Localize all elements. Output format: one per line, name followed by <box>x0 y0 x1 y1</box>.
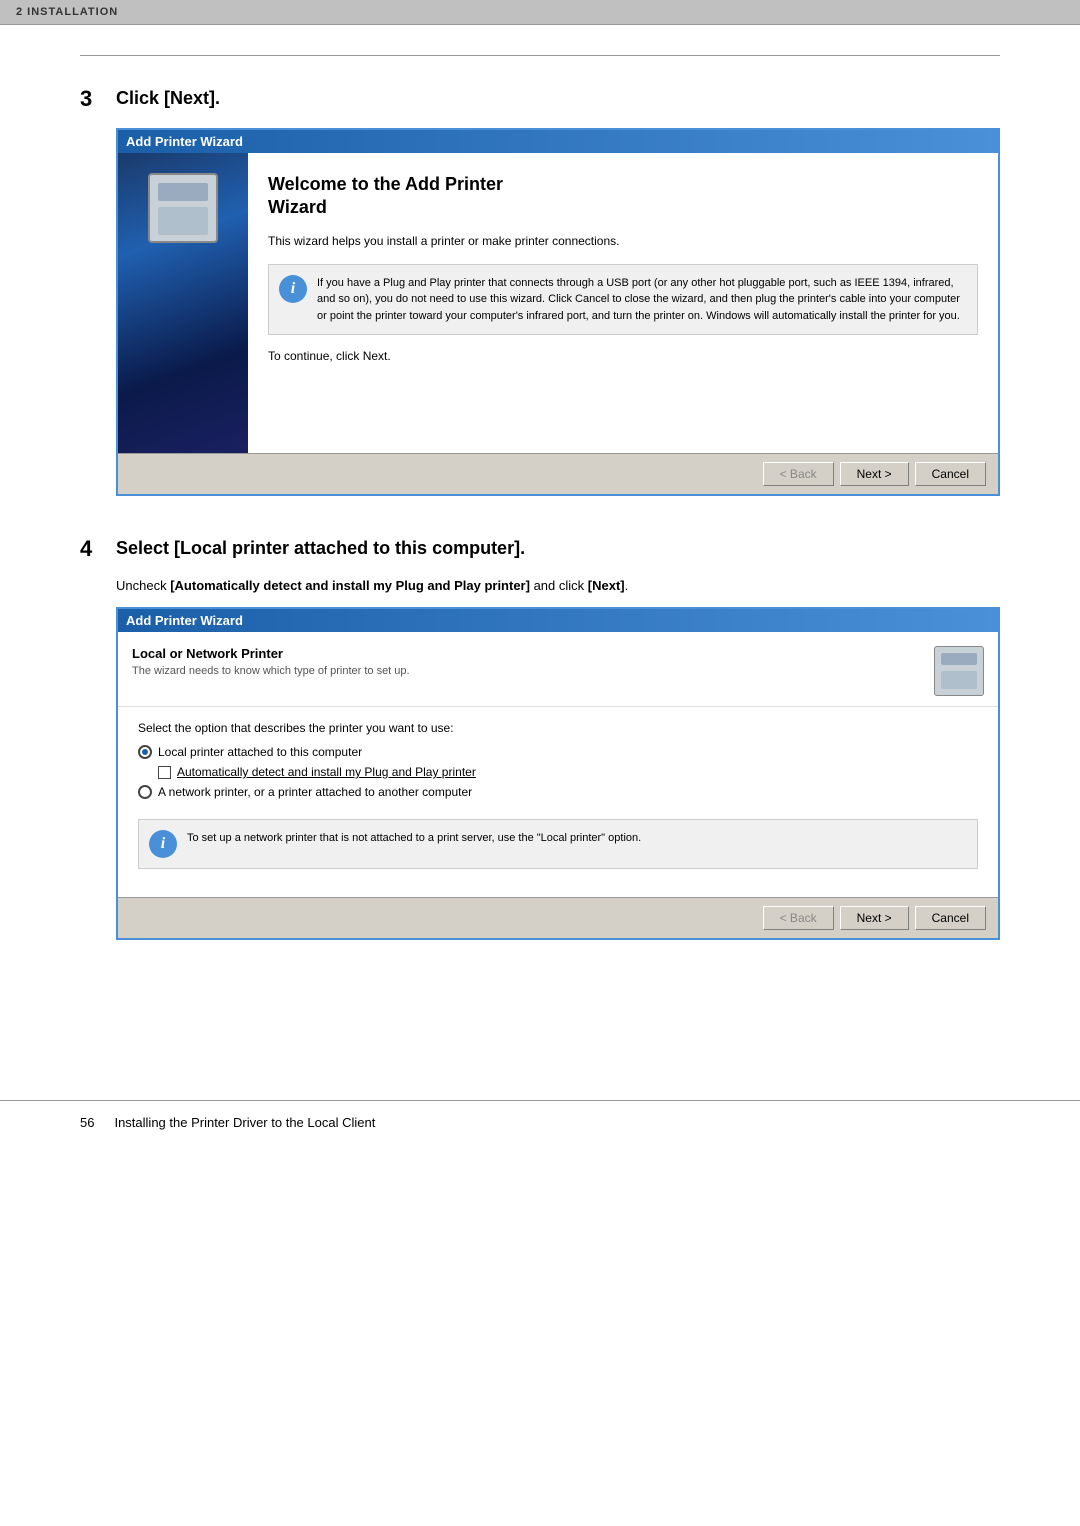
step3-left-panel <box>118 153 248 453</box>
step4-subtitle-bold: [Automatically detect and install my Plu… <box>170 578 530 593</box>
top-divider <box>80 55 1000 56</box>
step4-info-text: To set up a network printer that is not … <box>187 830 641 847</box>
step4-wizard-dialog: Add Printer Wizard Local or Network Prin… <box>116 607 1000 940</box>
step4-wizard-header-title: Local or Network Printer <box>132 646 934 661</box>
step4-title: Select [Local printer attached to this c… <box>116 536 525 559</box>
step4-info-icon: i <box>149 830 177 858</box>
step3-info-icon: i <box>279 275 307 303</box>
step4-section: 4 Select [Local printer attached to this… <box>80 536 1000 940</box>
step4-wizard-header-row: Local or Network Printer The wizard need… <box>118 632 998 707</box>
step3-wizard-body: Welcome to the Add PrinterWizard This wi… <box>118 153 998 453</box>
footer-text: Installing the Printer Driver to the Loc… <box>114 1115 375 1130</box>
step3-button-bar: < Back Next > Cancel <box>118 453 998 494</box>
step3-section: 3 Click [Next]. Add Printer Wizard Welco… <box>80 86 1000 496</box>
step3-number: 3 <box>80 86 116 112</box>
step3-right-panel: Welcome to the Add PrinterWizard This wi… <box>248 153 998 453</box>
step4-subtitle-pre: Uncheck <box>116 578 170 593</box>
step4-checkbox-autodetect-btn[interactable] <box>158 766 171 779</box>
step3-next-button[interactable]: Next > <box>840 462 909 486</box>
step4-subtitle-end: . <box>625 578 629 593</box>
step4-header: 4 Select [Local printer attached to this… <box>80 536 1000 562</box>
step4-radio-network-label: A network printer, or a printer attached… <box>158 785 472 799</box>
step3-title: Click [Next]. <box>116 86 220 109</box>
step3-continue-text: To continue, click Next. <box>268 349 978 363</box>
step4-radio-network: A network printer, or a printer attached… <box>138 785 978 799</box>
step3-wizard-dialog: Add Printer Wizard Welcome to the Add Pr… <box>116 128 1000 496</box>
step3-printer-icon <box>148 173 218 243</box>
step3-welcome-title: Welcome to the Add PrinterWizard <box>268 173 978 220</box>
step3-description: This wizard helps you install a printer … <box>268 232 978 250</box>
step4-button-bar: < Back Next > Cancel <box>118 897 998 938</box>
step3-info-text: If you have a Plug and Play printer that… <box>317 275 967 325</box>
step4-radio-network-btn[interactable] <box>138 785 152 799</box>
step4-next-button[interactable]: Next > <box>840 906 909 930</box>
step4-wizard-header-text: Local or Network Printer The wizard need… <box>132 646 934 677</box>
step4-subtitle: Uncheck [Automatically detect and instal… <box>116 578 1000 593</box>
step3-header: 3 Click [Next]. <box>80 86 1000 112</box>
step4-cancel-button[interactable]: Cancel <box>915 906 986 930</box>
footer-page-number: 56 <box>80 1115 94 1130</box>
step4-radio-local-label: Local printer attached to this computer <box>158 745 362 759</box>
step4-printer-icon <box>934 646 984 696</box>
step4-content-area: Select the option that describes the pri… <box>118 707 998 897</box>
step4-wizard-header-subtitle: The wizard needs to know which type of p… <box>132 665 934 677</box>
step4-subtitle-post: and click <box>530 578 588 593</box>
page-footer: 56 Installing the Printer Driver to the … <box>0 1100 1080 1144</box>
step4-back-button[interactable]: < Back <box>763 906 834 930</box>
step3-back-button[interactable]: < Back <box>763 462 834 486</box>
step4-radio-local-btn[interactable] <box>138 745 152 759</box>
step4-number: 4 <box>80 536 116 562</box>
step3-wizard-titlebar: Add Printer Wizard <box>118 130 998 153</box>
step4-subtitle-bold2: [Next] <box>588 578 625 593</box>
step4-info-box: i To set up a network printer that is no… <box>138 819 978 869</box>
step4-wizard-titlebar: Add Printer Wizard <box>118 609 998 632</box>
main-content: 3 Click [Next]. Add Printer Wizard Welco… <box>0 25 1080 1020</box>
step4-option-label: Select the option that describes the pri… <box>138 721 978 735</box>
step4-checkbox-autodetect-label: Automatically detect and install my Plug… <box>177 765 476 779</box>
step4-radio-local: Local printer attached to this computer <box>138 745 978 759</box>
step4-checkbox-autodetect: Automatically detect and install my Plug… <box>158 765 978 779</box>
step3-info-box: i If you have a Plug and Play printer th… <box>268 264 978 336</box>
step3-cancel-button[interactable]: Cancel <box>915 462 986 486</box>
header-bar: 2 INSTALLATION <box>0 0 1080 25</box>
header-label: 2 INSTALLATION <box>16 6 118 18</box>
